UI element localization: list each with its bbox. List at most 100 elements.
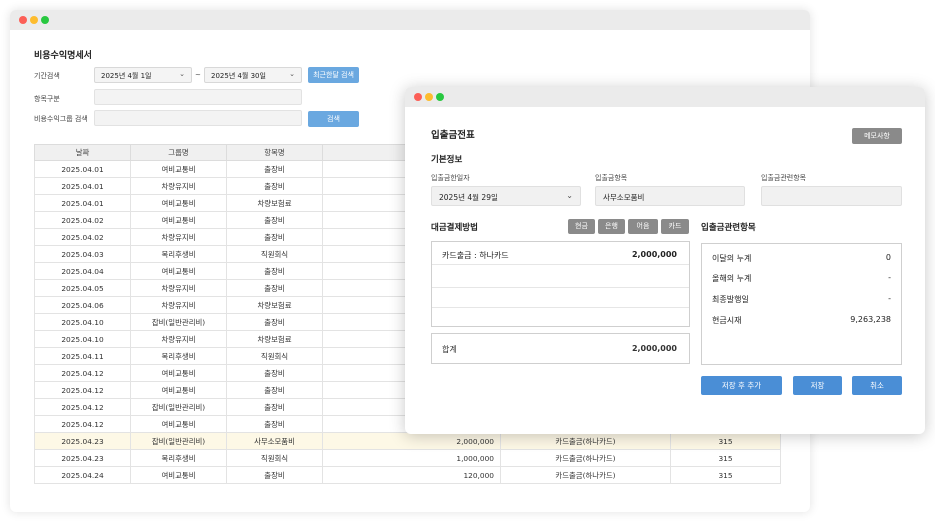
minimize-window-button[interactable] [425,93,433,101]
cell-group: 여비교통비 [130,194,227,212]
related-row-value: 0 [885,253,891,262]
cell-item: 출장비 [226,381,323,399]
column-header-date: 날짜 [34,144,131,161]
payment-list: 카드출금 : 하나카드 2,000,000 [431,241,690,327]
payment-total: 합계 2,000,000 [431,333,690,364]
titlebar [10,10,810,30]
payment-method-title: 대금결제방법 [431,223,478,233]
transaction-item-input[interactable]: 사무소모품비 [595,186,745,206]
cell-item: 출장비 [226,313,323,331]
page-title: 비용수익명세서 [34,51,92,61]
related-row-label: 최종발행일 [712,295,749,304]
transaction-item-value: 사무소모품비 [603,193,645,202]
cell-date: 2025.04.06 [34,296,131,314]
save-button[interactable]: 저장 [793,376,842,395]
related-row-monthly-total: 이달의 누계 0 [712,253,891,267]
recent-month-search-button[interactable]: 최근한달 검색 [308,67,359,83]
cell-date: 2025.04.12 [34,364,131,382]
item-label: 입출금항목 [595,174,628,182]
cell-group: 여비교통비 [130,415,227,433]
cell-date: 2025.04.10 [34,330,131,348]
cell-item: 출장비 [226,211,323,229]
cell-item: 직원회식 [226,347,323,365]
related-row-cash-balance: 현금시재 9,263,238 [712,315,891,329]
payment-row-label: 카드출금 : 하나카드 [442,251,509,260]
cell-item: 출장비 [226,364,323,382]
group-search-label: 비용수익그룹 검색 [34,115,88,123]
related-items-panel: 이달의 누계 0 올해의 누계 - 최종발행일 - 현금시재 9,263,238 [701,243,902,365]
cell-date: 2025.04.11 [34,347,131,365]
cell-date: 2025.04.23 [34,449,131,467]
date-from-value: 2025년 4월 1일 [101,72,152,80]
cell-group: 차량유지비 [130,330,227,348]
cell-date: 2025.04.01 [34,160,131,178]
cell-item: 출장비 [226,279,323,297]
period-label: 기간검색 [34,72,60,80]
cell-item: 차량보험료 [226,330,323,348]
cell-group: 여비교통비 [130,466,227,484]
pay-cash-button[interactable]: 현금 [568,219,595,234]
related-item-label: 입출금관련항목 [761,174,807,182]
minimize-window-button[interactable] [30,16,38,24]
cell-date: 2025.04.01 [34,177,131,195]
payment-row[interactable] [432,269,689,288]
maximize-window-button[interactable] [436,93,444,101]
titlebar [405,87,925,107]
cell-group: 복리후생비 [130,347,227,365]
payment-row-amount: 2,000,000 [631,250,677,259]
cell-group: 여비교통비 [130,364,227,382]
cell-item: 출장비 [226,262,323,280]
cell-item: 직원회식 [226,245,323,263]
cell-group: 잡비(일반관리비) [130,313,227,331]
cell-item: 사무소모품비 [226,432,323,450]
date-label: 입출금한일자 [431,174,470,182]
related-row-last-issued: 최종발행일 - [712,294,891,308]
maximize-window-button[interactable] [41,16,49,24]
chevron-down-icon: ⌄ [566,191,573,200]
item-category-input[interactable] [94,89,302,105]
table-row[interactable]: 2025.04.23 잡비(일반관리비) 사무소모품비 2,000,000 카드출금(하… [34,432,781,450]
save-and-add-button[interactable]: 저장 후 추가 [701,376,782,395]
cell-date: 2025.04.12 [34,381,131,399]
cell-date: 2025.04.23 [34,432,131,450]
memo-button[interactable]: 메모사항 [852,128,902,144]
cell-date: 2025.04.12 [34,415,131,433]
voucher-title: 입출금전표 [431,130,475,141]
close-window-button[interactable] [19,16,27,24]
payment-row[interactable] [432,289,689,308]
cell-group: 차량유지비 [130,279,227,297]
payment-row[interactable] [432,309,689,328]
search-button[interactable]: 검색 [308,111,359,127]
cell-group: 잡비(일반관리비) [130,432,227,450]
table-row[interactable]: 2025.04.24 여비교통비 출장비 120,000 카드출금(하나카드) 315 [34,466,781,484]
cell-group: 복리후생비 [130,245,227,263]
group-search-input[interactable] [94,110,302,126]
cell-item: 차량보험료 [226,194,323,212]
item-category-label: 항목구분 [34,95,60,103]
pay-note-button[interactable]: 어음 [628,219,658,234]
table-row[interactable]: 2025.04.23 복리후생비 직원회식 1,000,000 카드출금(하나카드) 31… [34,449,781,467]
pay-bank-button[interactable]: 은행 [598,219,625,234]
cell-item: 직원회식 [226,449,323,467]
cell-date: 2025.04.12 [34,398,131,416]
pay-card-button[interactable]: 카드 [661,219,689,234]
date-from-select[interactable]: 2025년 4월 1일 ⌄ [94,67,192,83]
transaction-date-select[interactable]: 2025년 4월 29일 ⌄ [431,186,581,206]
cell-code: 315 [670,449,781,467]
range-separator: ~ [195,71,201,79]
cell-item: 출장비 [226,177,323,195]
date-to-select[interactable]: 2025년 4월 30일 ⌄ [204,67,302,83]
transaction-date-value: 2025년 4월 29일 [439,193,498,202]
payment-row[interactable]: 카드출금 : 하나카드 2,000,000 [432,246,689,265]
cell-group: 여비교통비 [130,381,227,399]
cancel-button[interactable]: 취소 [852,376,902,395]
related-item-input[interactable] [761,186,902,206]
cell-date: 2025.04.02 [34,211,131,229]
cell-group: 여비교통비 [130,211,227,229]
cell-group: 여비교통비 [130,262,227,280]
cell-amount: 2,000,000 [322,432,501,450]
related-row-label: 현금시재 [712,316,742,325]
cell-date: 2025.04.02 [34,228,131,246]
cell-payment: 카드출금(하나카드) [500,449,671,467]
close-window-button[interactable] [414,93,422,101]
